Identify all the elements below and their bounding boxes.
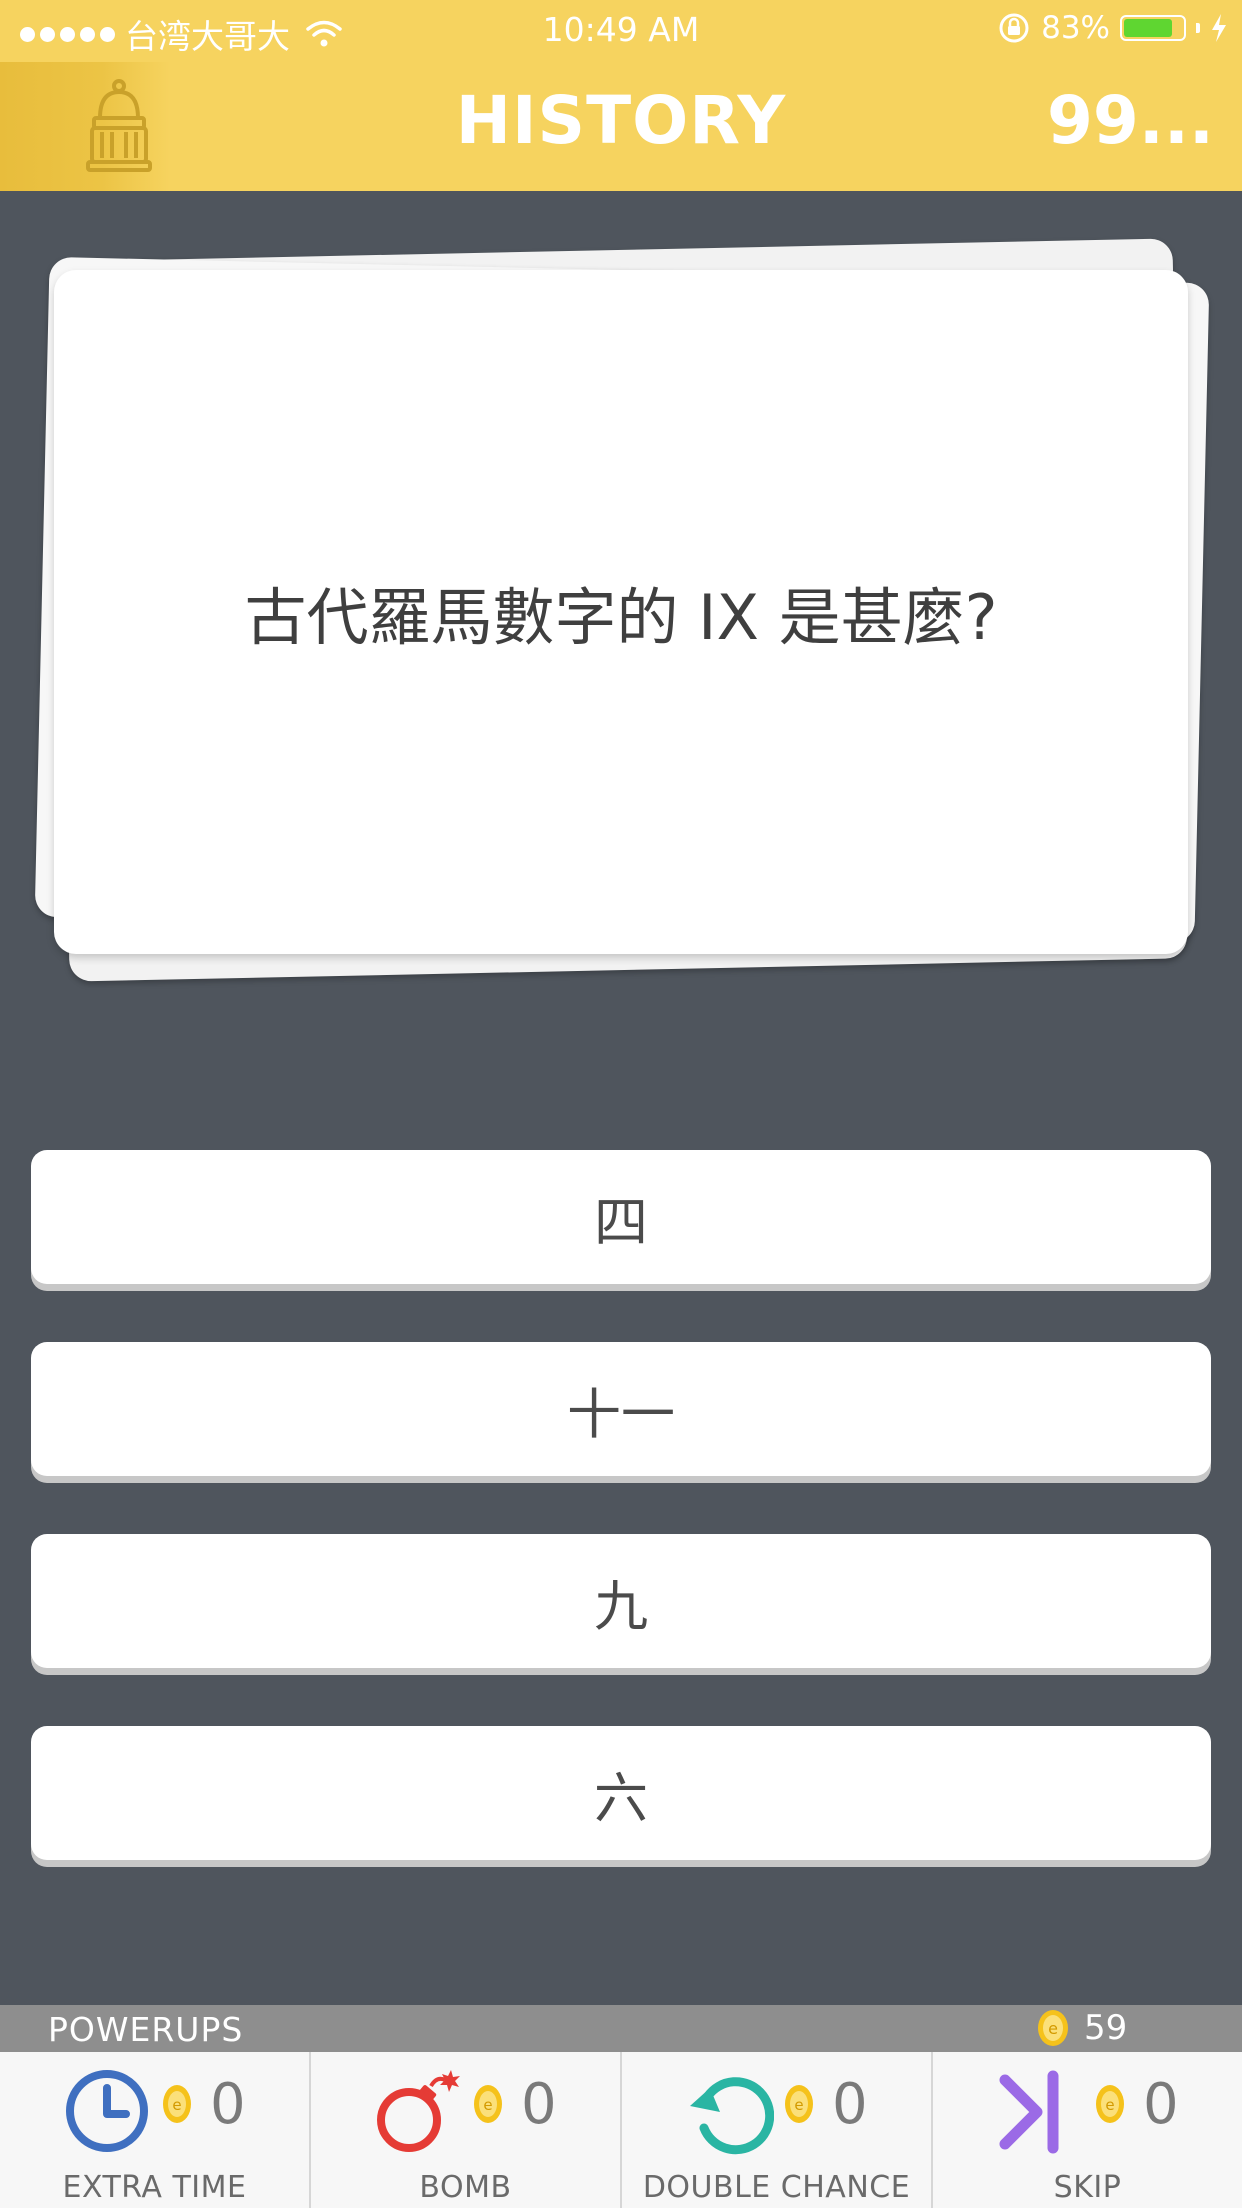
coins-total-value: 59: [1084, 2008, 1128, 2048]
powerup-count: 0: [832, 2072, 868, 2137]
powerup-double-chance[interactable]: e 0 DOUBLE CHANCE: [622, 2052, 933, 2208]
svg-text:e: e: [1048, 2019, 1058, 2038]
battery-icon: [1120, 15, 1186, 41]
powerup-count: 0: [1143, 2072, 1179, 2137]
skip-icon: [999, 2070, 1059, 2154]
clock-icon: [66, 2070, 148, 2152]
powerup-label: SKIP: [1053, 2170, 1122, 2205]
battery-percent: 83%: [1041, 10, 1110, 46]
coin-icon: e: [474, 2085, 502, 2123]
answer-option-3[interactable]: 九: [31, 1534, 1211, 1668]
svg-text:e: e: [483, 2096, 492, 2114]
answer-option-4[interactable]: 六: [31, 1726, 1211, 1860]
status-bar: 台湾大哥大 10:49 AM 83%: [0, 0, 1242, 62]
coin-icon: e: [163, 2085, 191, 2123]
powerup-extra-time[interactable]: e 0 EXTRA TIME: [0, 2052, 311, 2208]
powerup-label: DOUBLE CHANCE: [642, 2170, 911, 2205]
battery-tip: [1196, 23, 1200, 33]
powerup-count: 0: [521, 2072, 557, 2137]
powerup-label: BOMB: [419, 2170, 512, 2205]
powerups-label: POWERUPS: [48, 2010, 244, 2049]
powerups-header: POWERUPS e 59: [0, 2005, 1242, 2052]
powerup-bomb[interactable]: e 0 BOMB: [311, 2052, 622, 2208]
status-right: 83%: [997, 10, 1228, 46]
score-counter: 99...: [1046, 82, 1214, 159]
answer-option-1[interactable]: 四: [31, 1150, 1211, 1284]
battery-fill: [1124, 19, 1172, 37]
bomb-icon: [377, 2070, 460, 2152]
coin-icon: e: [1096, 2085, 1124, 2123]
rotation-lock-icon: [999, 13, 1029, 43]
coin-icon: e: [785, 2085, 813, 2123]
powerup-label: EXTRA TIME: [62, 2170, 247, 2205]
svg-text:e: e: [172, 2096, 181, 2114]
header-bar: 台湾大哥大 10:49 AM 83% HISTORY 99...: [0, 0, 1242, 191]
answer-option-2[interactable]: 十一: [31, 1342, 1211, 1476]
svg-text:e: e: [1105, 2096, 1114, 2114]
svg-text:e: e: [794, 2096, 803, 2114]
powerup-skip[interactable]: e 0 SKIP: [933, 2052, 1242, 2208]
coin-icon: e: [1038, 2010, 1068, 2046]
coins-total: e 59: [1036, 2008, 1127, 2048]
powerup-count: 0: [210, 2072, 246, 2137]
charging-bolt-icon: [1212, 14, 1226, 42]
refresh-icon: [690, 2077, 774, 2155]
powerups-row: e 0 EXTRA TIME e 0 BOMB e 0 DOUBLE CHANC…: [0, 2052, 1242, 2208]
question-text: 古代羅馬數字的 IX 是甚麼?: [244, 581, 998, 654]
question-card: 古代羅馬數字的 IX 是甚麼?: [54, 270, 1188, 954]
